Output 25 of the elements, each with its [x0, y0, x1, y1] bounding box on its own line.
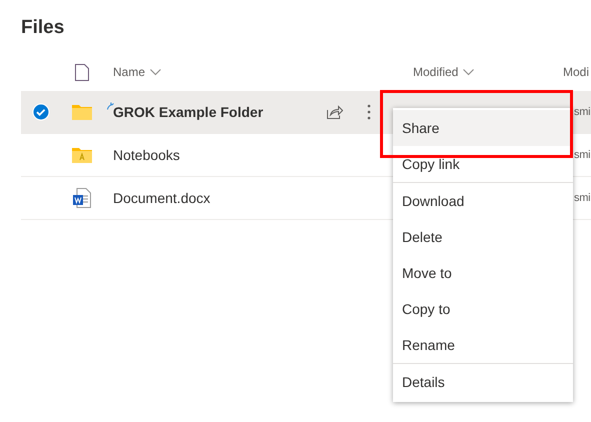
file-name[interactable]: Document.docx — [113, 190, 210, 206]
notebook-folder-icon — [72, 147, 92, 163]
folder-icon — [72, 104, 92, 120]
menu-item[interactable]: Share — [393, 110, 573, 146]
menu-item[interactable]: Download — [393, 183, 573, 219]
menu-item[interactable]: Delete — [393, 219, 573, 255]
file-type-icon — [75, 64, 89, 80]
menu-item[interactable]: Move to — [393, 255, 573, 291]
column-header[interactable]: Modified — [413, 65, 458, 79]
modified-by-text: smi — [574, 106, 590, 118]
checkmark-circle-icon[interactable] — [32, 103, 50, 121]
more-options-icon[interactable] — [367, 104, 371, 120]
menu-item[interactable]: Copy to — [393, 291, 573, 327]
file-name[interactable]: Notebooks — [113, 147, 180, 163]
modified-by-text: smi — [574, 192, 590, 204]
word-document-icon — [73, 188, 91, 208]
file-name[interactable]: GROK Example Folder — [113, 104, 264, 120]
modified-by-text: smi — [574, 149, 590, 161]
column-header[interactable]: Modi — [563, 65, 590, 79]
menu-item[interactable]: Copy link — [393, 146, 573, 182]
share-icon[interactable] — [327, 105, 343, 119]
page-title: Files — [20, 16, 66, 40]
menu-item[interactable]: Rename — [393, 327, 573, 363]
column-header[interactable]: Name — [113, 65, 146, 79]
menu-item[interactable]: Details — [393, 364, 573, 400]
